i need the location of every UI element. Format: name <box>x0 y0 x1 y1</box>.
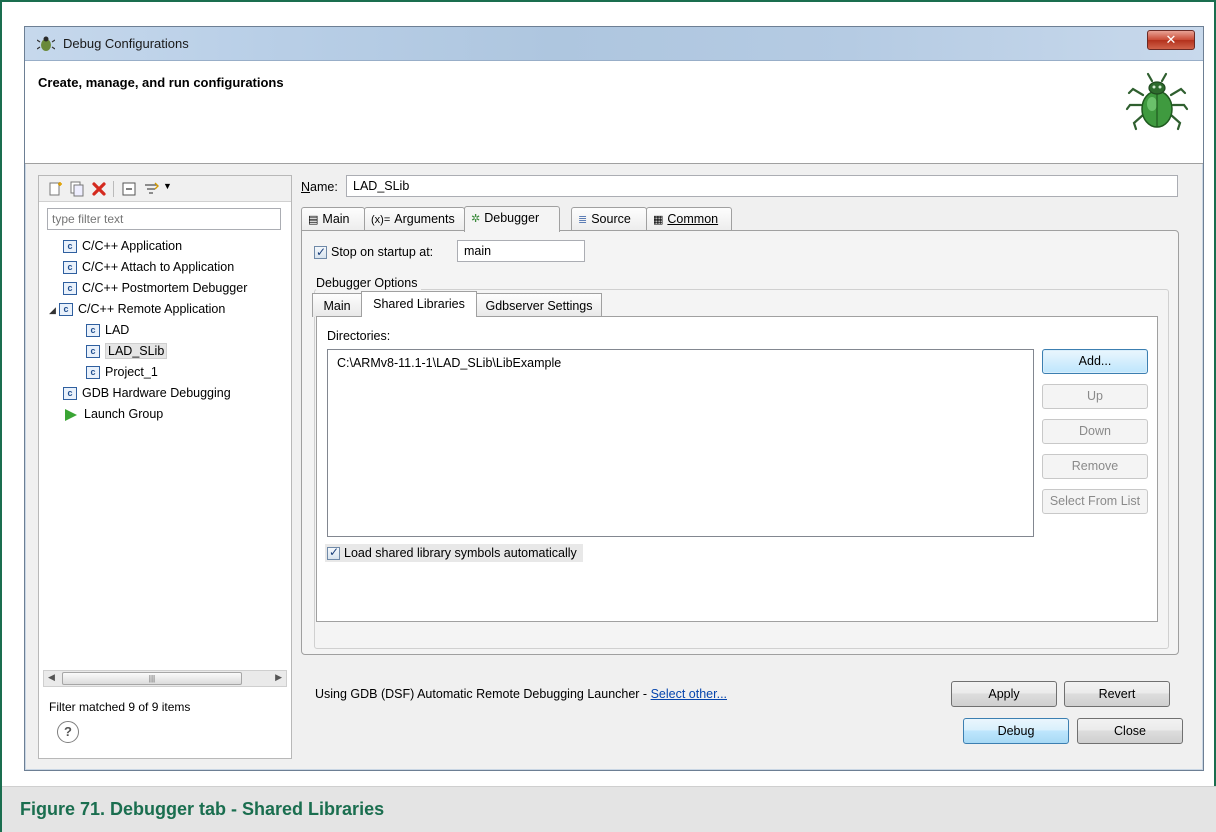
document-icon: ▤ <box>308 214 319 226</box>
tree-item-cpp-attach[interactable]: c C/C++ Attach to Application <box>63 257 234 277</box>
close-icon[interactable]: ✕ <box>1147 30 1195 50</box>
caption-text: Figure 71. Debugger tab - Shared Librari… <box>20 799 385 819</box>
common-icon: ▦ <box>653 214 664 226</box>
dialog-header: Create, manage, and run configurations <box>25 61 1203 164</box>
expanded-arrow-icon[interactable]: ◢ <box>49 300 59 320</box>
debug-configurations-dialog: Debug Configurations ✕ Create, manage, a… <box>24 26 1204 771</box>
tree-item-cpp-application[interactable]: c C/C++ Application <box>63 236 182 256</box>
up-button[interactable]: Up <box>1042 384 1148 409</box>
delete-icon[interactable] <box>91 181 107 197</box>
shared-libraries-panel: Directories: C:\ARMv8-11.1-1\LAD_SLib\Li… <box>316 316 1158 622</box>
load-symbols-checkbox[interactable]: Load shared library symbols automaticall… <box>325 544 583 563</box>
variable-icon: (x)= <box>371 214 391 226</box>
bug-icon: ✲ <box>471 213 481 225</box>
tree-toolbar: ▼ <box>39 176 291 202</box>
select-from-list-button[interactable]: Select From List <box>1042 489 1148 514</box>
horizontal-scrollbar[interactable]: ◀ ||| ▶ <box>43 670 287 687</box>
down-button[interactable]: Down <box>1042 419 1148 444</box>
duplicate-icon[interactable] <box>69 181 85 197</box>
dialog-heading: Create, manage, and run configurations <box>38 75 284 90</box>
figure-caption: Figure 71. Debugger tab - Shared Librari… <box>2 786 1216 832</box>
debugger-options-label: Debugger Options <box>316 276 422 290</box>
stop-on-startup-checkbox[interactable]: Stop on startup at: <box>314 244 433 260</box>
new-configuration-icon[interactable] <box>47 181 63 197</box>
filter-status: Filter matched 9 of 9 items <box>49 700 191 714</box>
directories-label: Directories: <box>327 329 391 343</box>
tab-arguments[interactable]: (x)= Arguments <box>364 207 465 231</box>
tree-item-cpp-remote[interactable]: ◢ c C/C++ Remote Application <box>49 299 225 319</box>
bug-icon <box>1125 72 1189 131</box>
c-config-icon: c <box>86 345 100 359</box>
revert-button[interactable]: Revert <box>1064 681 1170 707</box>
list-item[interactable]: C:\ARMv8-11.1-1\LAD_SLib\LibExample <box>337 356 561 370</box>
c-config-icon: c <box>63 387 77 401</box>
apply-button[interactable]: Apply <box>951 681 1057 707</box>
collapse-all-icon[interactable] <box>121 181 137 197</box>
toolbar-separator <box>113 181 114 197</box>
c-config-icon: c <box>63 282 77 296</box>
tree-item-launch-group[interactable]: Launch Group <box>63 404 163 424</box>
directories-list[interactable]: C:\ARMv8-11.1-1\LAD_SLib\LibExample <box>327 349 1034 537</box>
chevron-down-icon[interactable]: ▼ <box>163 181 172 191</box>
c-config-icon: c <box>86 324 100 338</box>
checkbox-checked-icon[interactable] <box>314 244 327 260</box>
filter-icon[interactable] <box>143 181 159 197</box>
tree-item-gdb-hardware[interactable]: c GDB Hardware Debugging <box>63 383 231 403</box>
c-config-icon: c <box>59 303 73 317</box>
debugger-tab-panel: Stop on startup at: Debugger Options Mai… <box>301 230 1179 655</box>
tab-common[interactable]: ▦ Common <box>646 207 732 231</box>
tree-item-lad[interactable]: c LAD <box>86 320 129 340</box>
source-icon: ≣ <box>578 214 588 226</box>
subtab-shared-libraries[interactable]: Shared Libraries <box>361 291 477 317</box>
launch-group-icon <box>65 408 77 421</box>
scroll-left-icon[interactable]: ◀ <box>48 672 55 683</box>
checkbox-checked-icon[interactable] <box>327 545 340 561</box>
c-config-icon: c <box>63 261 77 275</box>
launcher-info: Using GDB (DSF) Automatic Remote Debuggi… <box>315 687 728 701</box>
configurations-tree-pane: ▼ cC/C++ Application cC/C++ Attach to Ap… <box>38 175 292 759</box>
window-title: Debug Configurations <box>63 36 189 51</box>
add-button[interactable]: Add... <box>1042 349 1148 374</box>
remove-button[interactable]: Remove <box>1042 454 1148 479</box>
tree-item-project-1[interactable]: c Project_1 <box>86 362 158 382</box>
c-config-icon: c <box>63 240 77 254</box>
debug-button[interactable]: Debug <box>963 718 1069 744</box>
figure-frame: Debug Configurations ✕ Create, manage, a… <box>0 0 1216 832</box>
name-label: Name: <box>301 180 338 194</box>
title-bar: Debug Configurations ✕ <box>25 27 1203 61</box>
select-other-link[interactable]: Select other... <box>651 687 727 701</box>
close-button[interactable]: Close <box>1077 718 1183 744</box>
configuration-editor: Name: ▤Main (x)=Arguments ✲Debugger ≣Sou… <box>301 175 1193 759</box>
tree-item-lad-slib[interactable]: c LAD_SLib <box>86 341 168 361</box>
tree-item-cpp-postmortem[interactable]: c C/C++ Postmortem Debugger <box>63 278 291 298</box>
debug-app-icon <box>37 36 55 51</box>
scroll-right-icon[interactable]: ▶ <box>275 672 282 683</box>
tab-debugger[interactable]: ✲ Debugger <box>464 206 560 232</box>
tab-main[interactable]: ▤ Main <box>301 207 365 231</box>
help-icon[interactable]: ? <box>57 721 79 743</box>
scroll-thumb[interactable]: ||| <box>62 672 242 685</box>
stop-on-startup-field[interactable] <box>457 240 585 262</box>
subtab-gdbserver-settings[interactable]: Gdbserver Settings <box>476 293 602 317</box>
name-field[interactable] <box>346 175 1178 197</box>
subtab-main[interactable]: Main <box>312 293 362 317</box>
filter-input[interactable] <box>47 208 281 230</box>
tab-source[interactable]: ≣ Source <box>571 207 647 231</box>
c-config-icon: c <box>86 366 100 380</box>
